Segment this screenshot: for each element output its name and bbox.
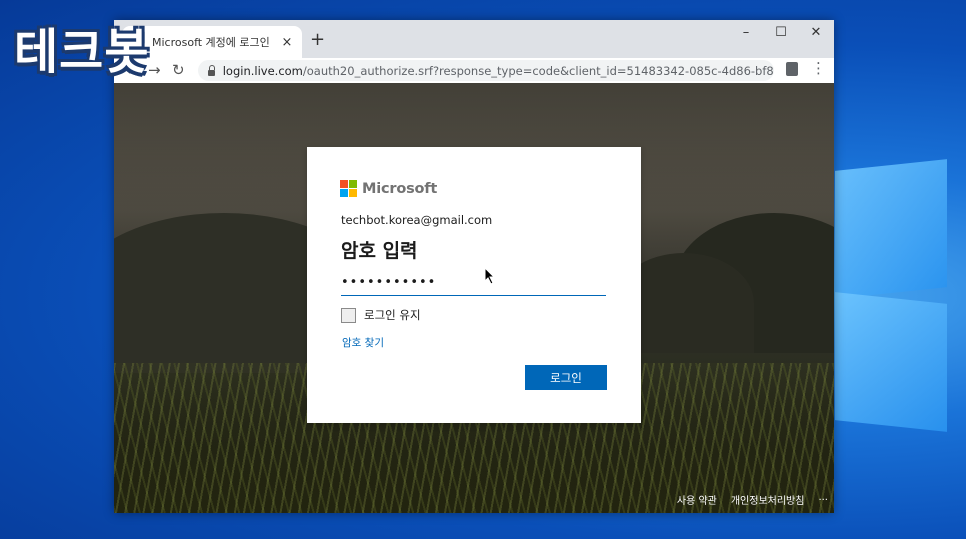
forgot-password-link[interactable]: 암호 찾기 [342, 335, 384, 350]
tab-close-icon[interactable]: × [278, 35, 296, 50]
browser-toolbar: ← → ↻ login.live.com/oauth20_authorize.s… [114, 58, 834, 84]
more-options-button[interactable]: ... [818, 492, 828, 507]
page-title: 암호 입력 [341, 240, 418, 262]
microsoft-logo: Microsoft [340, 180, 437, 197]
address-bar[interactable]: login.live.com/oauth20_authorize.srf?res… [198, 60, 774, 81]
login-card: Microsoft techbot.korea@gmail.com 암호 입력 … [307, 147, 641, 423]
microsoft-logo-icon [340, 180, 357, 197]
logo-square-green [349, 180, 357, 188]
tab-strip: Microsoft 계정에 로그인 × + – ☐ ✕ [114, 20, 834, 58]
close-window-button[interactable]: ✕ [799, 20, 833, 44]
signin-button[interactable]: 로그인 [525, 365, 607, 390]
mouse-cursor-icon [484, 267, 496, 285]
logo-square-blue [340, 189, 348, 197]
browser-menu-icon[interactable]: ⋮ [811, 59, 826, 77]
new-tab-button[interactable]: + [310, 29, 325, 50]
terms-link[interactable]: 사용 약관 [677, 492, 717, 507]
windows-desktop-logo [835, 155, 950, 432]
lock-icon [208, 64, 215, 76]
password-input[interactable] [341, 269, 606, 296]
logo-square-yellow [349, 189, 357, 197]
tab-title: Microsoft 계정에 로그인 [152, 36, 270, 49]
url-text: login.live.com/oauth20_authorize.srf?res… [223, 64, 774, 78]
login-page: Microsoft techbot.korea@gmail.com 암호 입력 … [114, 83, 834, 513]
url-path: /oauth20_authorize.srf?response_type=cod… [302, 63, 774, 78]
privacy-link[interactable]: 개인정보처리방침 [731, 492, 805, 507]
account-email: techbot.korea@gmail.com [341, 213, 493, 227]
keep-signed-in-label: 로그인 유지 [364, 308, 421, 322]
windows-logo-pane-top [835, 159, 947, 299]
browser-window: Microsoft 계정에 로그인 × + – ☐ ✕ ← → ↻ login.… [114, 20, 834, 513]
maximize-button[interactable]: ☐ [764, 20, 798, 44]
watermark: 테크봇 [14, 24, 150, 80]
reload-button[interactable]: ↻ [172, 61, 185, 79]
page-footer: 사용 약관 개인정보처리방침 ... [677, 492, 828, 507]
logo-square-red [340, 180, 348, 188]
url-host: login.live.com [222, 63, 303, 78]
microsoft-brand-text: Microsoft [362, 180, 438, 197]
forward-button[interactable]: → [148, 61, 161, 79]
keep-signed-in-checkbox[interactable]: 로그인 유지 [341, 307, 421, 323]
checkbox-box[interactable] [341, 307, 356, 323]
windows-logo-pane-bottom [835, 292, 947, 432]
extension-icon[interactable] [786, 62, 798, 76]
minimize-button[interactable]: – [729, 20, 763, 44]
